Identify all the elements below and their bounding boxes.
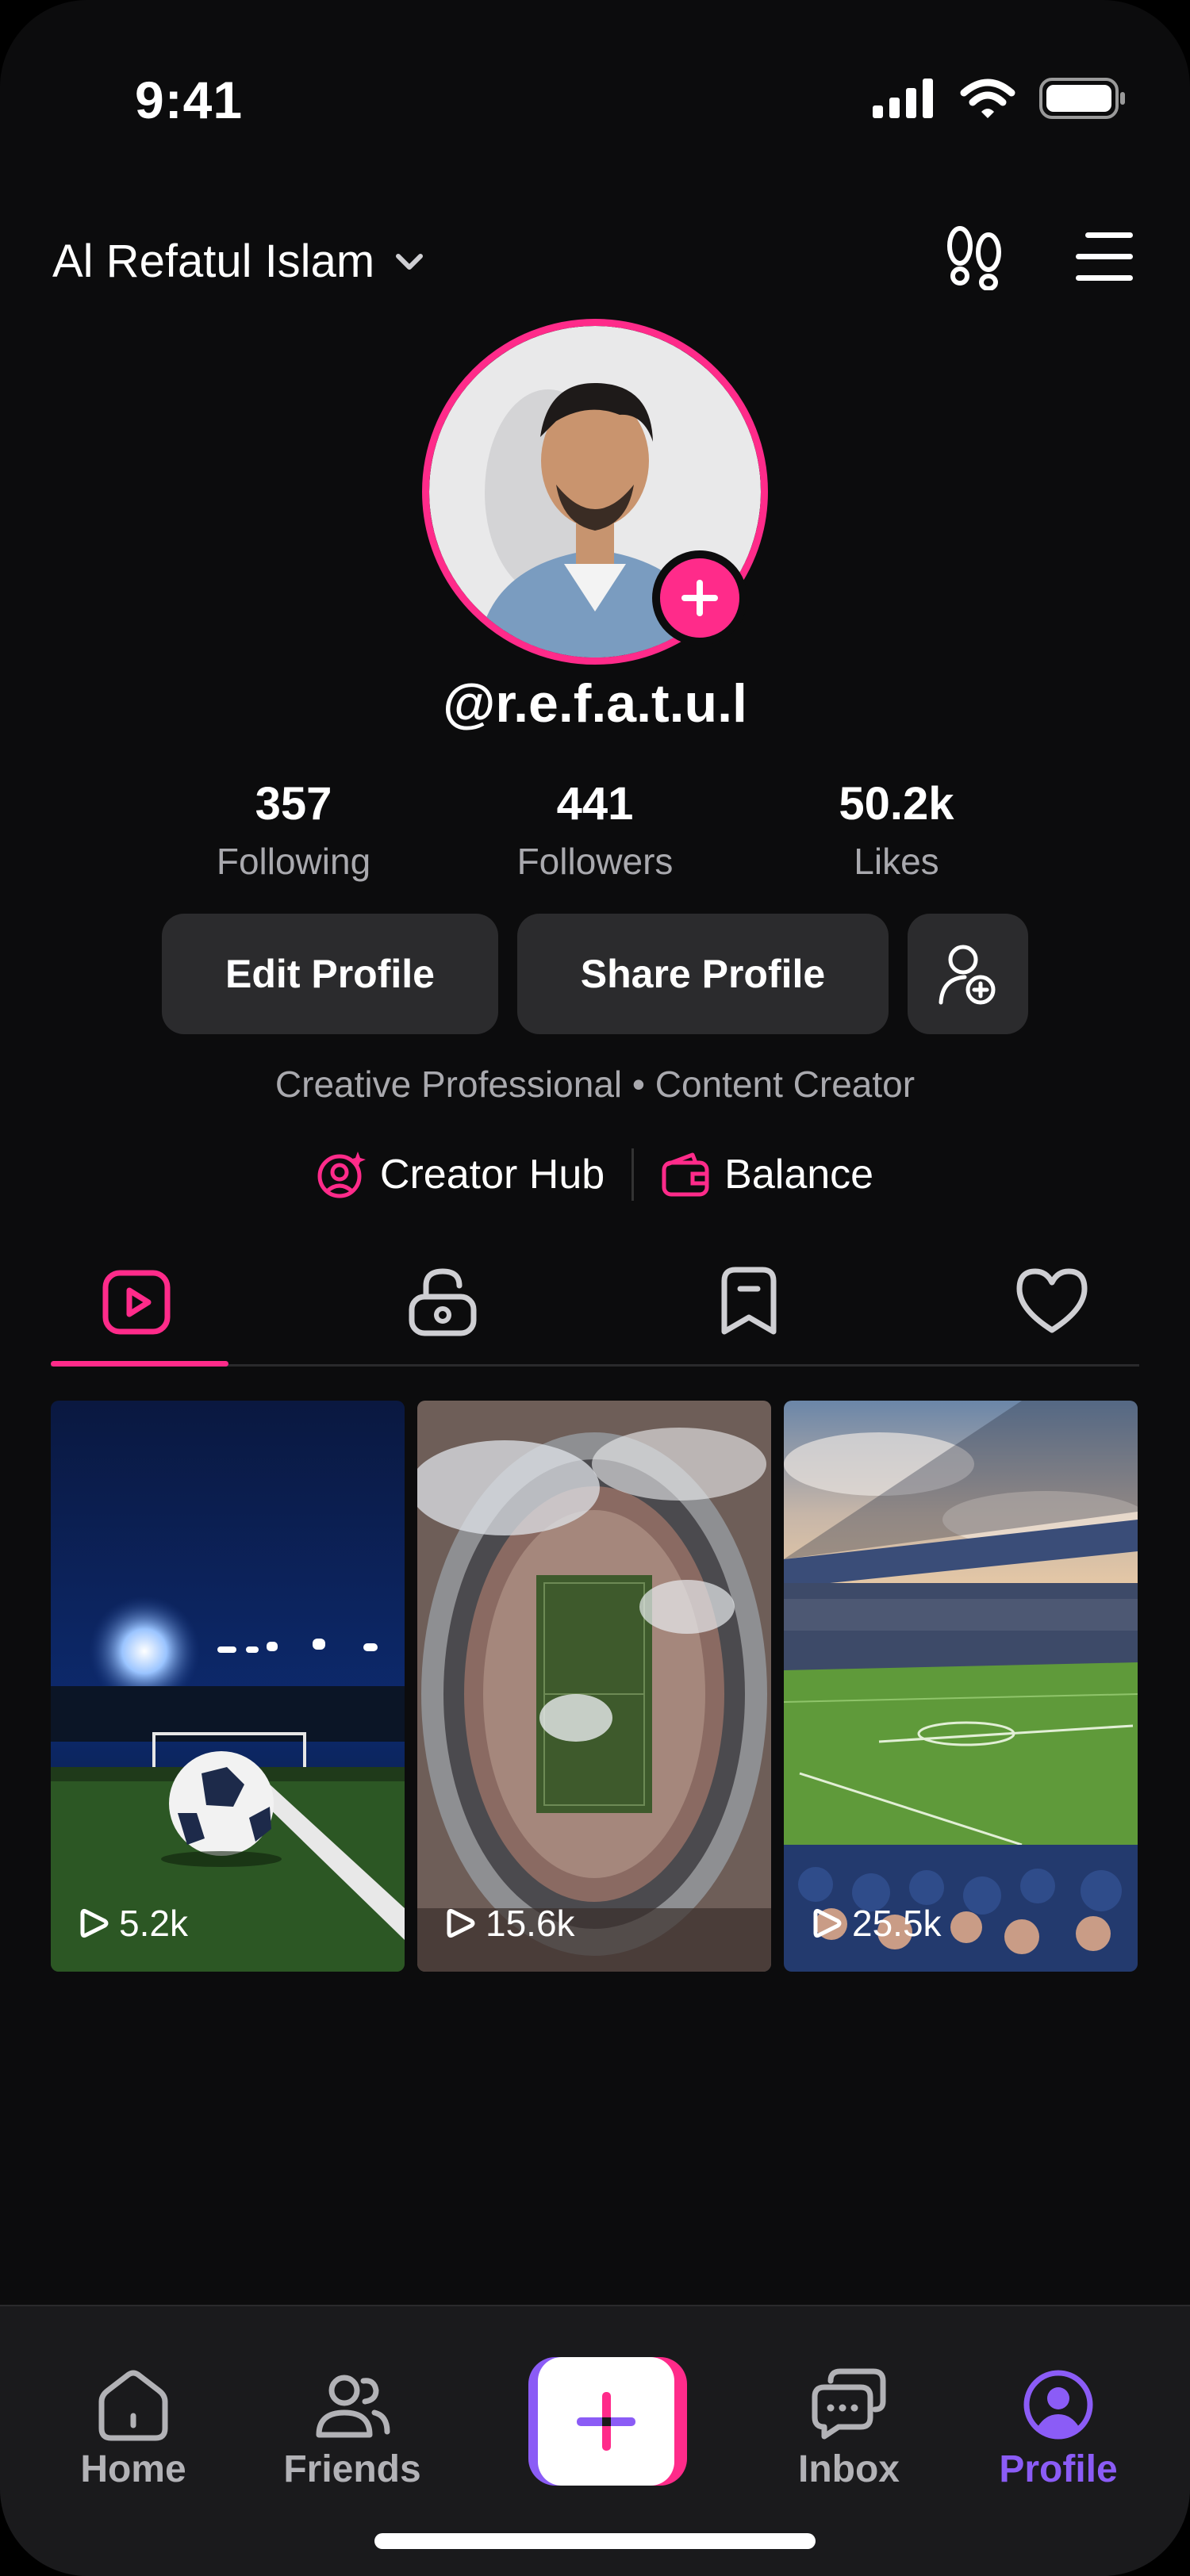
stat-value: 50.2k — [839, 778, 954, 830]
link-divider — [631, 1148, 635, 1201]
nav-home-label: Home — [80, 2448, 186, 2490]
lock-icon — [409, 1268, 477, 1336]
balance-label: Balance — [724, 1152, 874, 1198]
nav-home[interactable]: Home — [46, 2359, 221, 2491]
tab-private[interactable] — [355, 1237, 530, 1364]
profile-icon — [1023, 2370, 1093, 2440]
account-switcher[interactable]: Al Refatul Islam — [52, 235, 425, 288]
view-count: 15.6k — [446, 1902, 575, 1945]
video-thumbnail-stadium-aerial — [417, 1401, 771, 1972]
nav-inbox-label: Inbox — [798, 2448, 900, 2490]
creator-hub-link[interactable]: Creator Hub — [317, 1150, 605, 1199]
creator-hub-icon — [317, 1152, 366, 1198]
menu-icon[interactable] — [1074, 229, 1134, 285]
creator-hub-label: Creator Hub — [379, 1152, 605, 1198]
profile-handle: @r.e.f.a.t.u.l — [443, 673, 747, 734]
add-story-button[interactable] — [652, 550, 747, 646]
status-icons — [873, 78, 1127, 119]
stat-label: Followers — [516, 841, 674, 882]
nav-friends-label: Friends — [283, 2448, 421, 2490]
play-icon — [447, 1908, 475, 1938]
battery-icon — [1039, 78, 1125, 119]
balance-link[interactable]: Balance — [661, 1150, 873, 1199]
heart-icon — [1016, 1268, 1088, 1333]
plus-icon — [681, 580, 718, 616]
videos-icon — [102, 1270, 171, 1335]
stat-label: Likes — [854, 841, 939, 882]
view-count: 25.5k — [812, 1902, 942, 1945]
profile-links: Creator Hub Balance — [0, 1148, 1190, 1201]
nav-friends[interactable]: Friends — [265, 2359, 440, 2491]
wallet-icon — [662, 1152, 709, 1197]
status-time: 9:41 — [135, 71, 244, 129]
profile-stats: 357 Following 441 Followers 50.2k Likes — [167, 777, 1023, 883]
video-thumbnail-soccer-ball — [51, 1401, 405, 1972]
view-count-text: 15.6k — [486, 1903, 575, 1944]
share-profile-button[interactable]: Share Profile — [517, 914, 889, 1034]
stat-value: 357 — [255, 778, 332, 830]
view-count-text: 5.2k — [119, 1903, 188, 1944]
account-name: Al Refatul Islam — [52, 236, 375, 287]
video-tile[interactable]: 15.6k — [417, 1401, 771, 1972]
video-tile[interactable]: 25.5k — [784, 1401, 1138, 1972]
video-tile[interactable]: 5.2k — [51, 1401, 405, 1972]
stat-followers[interactable]: 441 Followers — [468, 777, 722, 883]
view-count-text: 25.5k — [852, 1903, 942, 1944]
nav-profile[interactable]: Profile — [971, 2359, 1146, 2491]
profile-bio: Creative Professional • Content Creator — [274, 1064, 916, 1105]
view-count: 5.2k — [79, 1902, 188, 1945]
play-icon — [80, 1908, 109, 1938]
video-thumbnail-stadium-crowd — [784, 1401, 1138, 1972]
add-friend-button[interactable] — [908, 914, 1028, 1034]
home-icon — [98, 2370, 168, 2441]
wifi-icon — [960, 79, 1015, 118]
add-user-icon — [939, 945, 996, 1005]
create-button[interactable] — [528, 2357, 687, 2486]
nav-profile-label: Profile — [999, 2448, 1118, 2490]
inbox-icon — [812, 2368, 886, 2440]
signal-icon — [873, 79, 933, 118]
profile-screen: 9:41 Al Refatul Islam @r.e.f.a.t.u.l 357… — [0, 0, 1190, 2576]
content-tabs — [51, 1237, 1139, 1367]
bookmark-icon — [721, 1267, 777, 1335]
edit-profile-button[interactable]: Edit Profile — [162, 914, 498, 1034]
home-indicator — [374, 2533, 816, 2549]
play-icon — [813, 1908, 842, 1938]
create-plus-icon — [577, 2392, 635, 2451]
video-grid: 5.2k 15.6k 25.5k — [51, 1401, 1139, 1972]
stat-label: Following — [216, 841, 371, 882]
stat-likes[interactable]: 50.2k Likes — [770, 777, 1023, 883]
tab-saved[interactable] — [662, 1237, 836, 1364]
stat-value: 441 — [556, 778, 634, 830]
header-actions — [941, 224, 1134, 290]
nav-inbox[interactable]: Inbox — [762, 2359, 936, 2491]
footprints-icon[interactable] — [941, 224, 1008, 290]
tab-liked[interactable] — [965, 1237, 1139, 1364]
chevron-down-icon — [396, 253, 424, 270]
stat-following[interactable]: 357 Following — [167, 777, 420, 883]
tab-videos[interactable] — [51, 1237, 228, 1367]
friends-icon — [316, 2375, 390, 2438]
